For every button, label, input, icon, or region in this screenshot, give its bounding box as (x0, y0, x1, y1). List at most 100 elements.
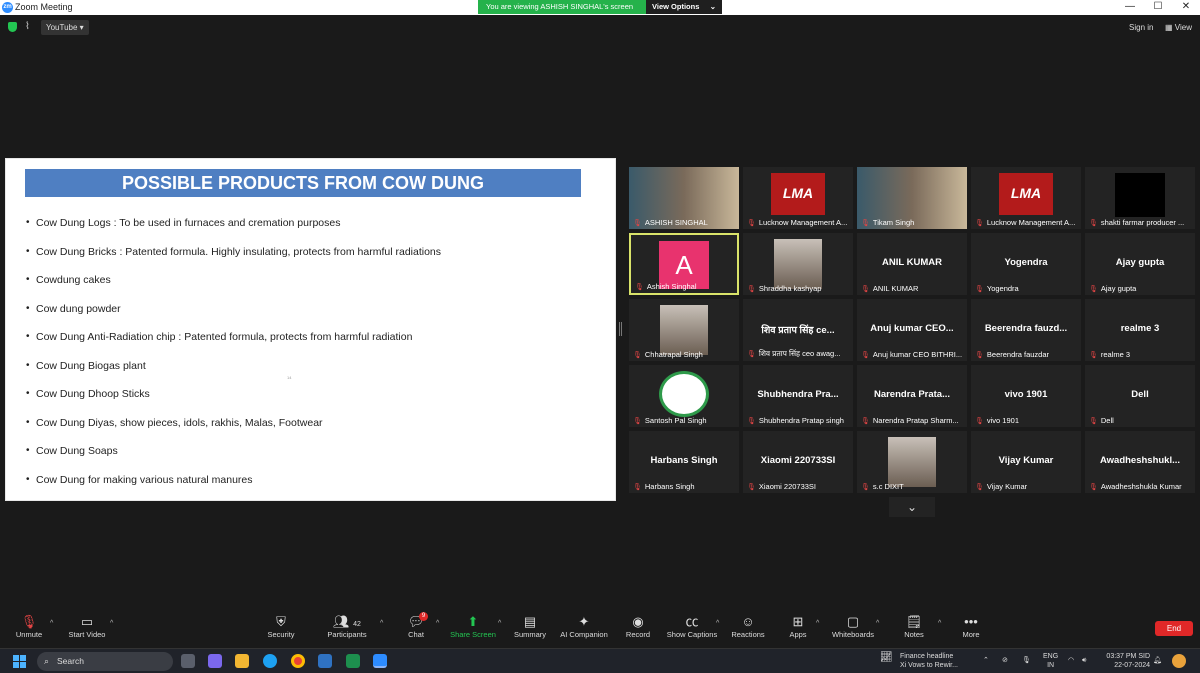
excel-icon[interactable] (346, 654, 360, 668)
shared-slide: POSSIBLE PRODUCTS FROM COW DUNG • Cow Dun… (5, 158, 616, 501)
windows-start-icon[interactable] (13, 655, 26, 668)
muted-mic-icon: 🎙︎ (861, 351, 870, 359)
chat-button[interactable]: 💬︎ 9 Chat (404, 612, 428, 639)
share-screen-button[interactable]: ⬆ Share Screen (450, 614, 496, 639)
participant-tile[interactable]: Yogendra 🎙︎ Yogendra (971, 233, 1081, 295)
whiteboards-button[interactable]: ▢ Whiteboards (830, 614, 876, 639)
source-dropdown[interactable]: YouTube ▾ (41, 20, 89, 35)
participants-button[interactable]: 👥︎ 42 Participants (326, 614, 368, 639)
participant-name-label: 🎙︎ Narendra Pratap Sharm... (861, 416, 965, 425)
gallery-next-page-button[interactable]: ⌄ (889, 497, 935, 517)
news-widget[interactable]: Finance headline Xi Vows to Rewir... (900, 652, 958, 670)
edge-browser-icon[interactable] (263, 654, 277, 668)
list-item: • Cow Dung Dhoop Sticks (26, 388, 441, 417)
maximize-button[interactable]: ☐ (1144, 0, 1172, 15)
record-icon: ◉ (632, 614, 644, 629)
chevron-up-icon[interactable]: ⌃ (983, 656, 989, 665)
more-icon: ••• (964, 614, 978, 629)
bullet-text: Cow Dung Biogas plant (36, 359, 146, 372)
list-item: • Cow Dung Biogas plant (26, 360, 441, 389)
view-button[interactable]: ▦ View (1165, 23, 1192, 32)
participant-tile[interactable]: A 🎙︎ Ashish Singhal (629, 233, 739, 295)
show-captions-button[interactable]: ㏄ Show Captions (666, 614, 718, 639)
news-subtitle: Xi Vows to Rewir... (900, 662, 958, 669)
teams-icon[interactable] (208, 654, 222, 668)
start-video-button[interactable]: ▭ Start Video (66, 614, 108, 639)
encryption-shield-icon[interactable] (8, 22, 17, 32)
chrome-browser-icon[interactable] (291, 654, 305, 668)
participant-display-name: Ajay gupta (1115, 257, 1165, 268)
participant-tile[interactable]: ANIL KUMAR 🎙︎ ANIL KUMAR (857, 233, 967, 295)
participant-tile[interactable]: LMA 🎙︎ Lucknow Management A... (971, 167, 1081, 229)
participant-tile[interactable]: शिव प्रताप सिंह ce... 🎙︎ शिव प्रताप सिंह c… (743, 299, 853, 361)
volume-icon[interactable]: 🔊︎ (1082, 656, 1086, 665)
participant-tile[interactable]: Xiaomi 220733SI 🎙︎ Xiaomi 220733SI (743, 431, 853, 493)
participant-tile[interactable]: Dell 🎙︎ Dell (1085, 365, 1195, 427)
sign-in-link[interactable]: Sign in (1129, 23, 1153, 32)
camera-icon[interactable]: ⊘ (1002, 656, 1008, 665)
participant-tile[interactable]: Ajay gupta 🎙︎ Ajay gupta (1085, 233, 1195, 295)
bullet-icon: • (26, 217, 30, 228)
bullet-icon: • (26, 302, 30, 314)
ai-companion-button[interactable]: ✦ AI Companion (558, 614, 610, 639)
participant-tile[interactable]: Shubhendra Pra... 🎙︎ Shubhendra Pratap sin… (743, 365, 853, 427)
summary-button[interactable]: ▤ Summary (512, 614, 548, 639)
participant-tile[interactable]: Beerendra fauzd... 🎙︎ Beerendra fauzdar (971, 299, 1081, 361)
splitter-handle[interactable] (619, 322, 622, 336)
word-icon[interactable] (318, 654, 332, 668)
zoom-taskbar-icon[interactable] (373, 654, 387, 668)
participant-name: Ashish Singhal (646, 282, 697, 291)
participant-tile[interactable]: LMA 🎙︎ Lucknow Management A... (743, 167, 853, 229)
wifi-icon[interactable]: ◠ (1068, 656, 1074, 665)
participant-tile[interactable]: 🎙︎ s.c DIXIT (857, 431, 967, 493)
participant-tile[interactable]: Anuj kumar CEO... 🎙︎ Anuj kumar CEO BITHRI… (857, 299, 967, 361)
language-indicator[interactable]: ENG IN (1043, 652, 1058, 670)
profile-picture (888, 437, 936, 487)
minimize-button[interactable]: — (1116, 0, 1144, 15)
task-view-icon[interactable] (181, 654, 195, 668)
apps-button[interactable]: ⊞ Apps (786, 614, 810, 639)
participant-display-name: Beerendra fauzd... (984, 323, 1068, 334)
apps-label: Apps (789, 630, 807, 639)
participant-tile[interactable]: 🎙︎ ASHISH SINGHAL (629, 167, 739, 229)
security-label: Security (267, 630, 295, 639)
participant-tile[interactable]: Vijay Kumar 🎙︎ Vijay Kumar (971, 431, 1081, 493)
taskbar-search[interactable]: ⌕ Search (37, 652, 173, 671)
participant-tile[interactable]: 🎙︎ Tikam Singh (857, 167, 967, 229)
participant-tile[interactable]: 🎙︎ Santosh Pal Singh (629, 365, 739, 427)
reactions-button[interactable]: ☺ Reactions (730, 614, 766, 639)
participant-tile[interactable]: vivo 1901 🎙︎ vivo 1901 (971, 365, 1081, 427)
participant-tile[interactable]: Harbans Singh 🎙︎ Harbans Singh (629, 431, 739, 493)
record-button[interactable]: ◉ Record (624, 614, 652, 639)
participant-tile[interactable]: realme 3 🎙︎ realme 3 (1085, 299, 1195, 361)
participant-tile[interactable]: Awadheshshukl... 🎙︎ Awadheshshukla Kumar (1085, 431, 1195, 493)
start-video-label: Start Video (68, 630, 106, 639)
more-button[interactable]: ••• More (958, 614, 984, 639)
bullet-icon: • (26, 359, 30, 371)
notes-button[interactable]: 🗒︎ Notes (902, 614, 926, 639)
chevron-up-icon: ^ (876, 620, 880, 627)
notification-bell-icon[interactable]: 🔔︎ (1153, 656, 1162, 665)
rss-feed-icon[interactable]: ⌇ (25, 21, 30, 32)
view-options-button[interactable]: View Options ⌄ (646, 0, 722, 14)
participant-name: Chhatrapal Singh (644, 350, 703, 359)
participant-tile[interactable]: Narendra Prata... 🎙︎ Narendra Pratap Sharm… (857, 365, 967, 427)
end-meeting-button[interactable]: End (1155, 621, 1193, 636)
muted-mic-icon: 🎙︎ (861, 219, 870, 227)
participant-tile[interactable]: 🎙︎ Shraddha kashyap (743, 233, 853, 295)
microphone-icon[interactable]: 🎙︎ (1022, 656, 1031, 665)
close-button[interactable]: ✕ (1172, 0, 1200, 15)
participant-tile[interactable]: 🎙︎ Chhatrapal Singh (629, 299, 739, 361)
copilot-icon[interactable] (1172, 654, 1186, 668)
participant-name: shakti farmar producer ... (1100, 218, 1185, 227)
security-button[interactable]: ⛨ Security (265, 614, 297, 639)
list-item: • Cow Dung Bricks : Patented formula. Hig… (26, 246, 441, 275)
participant-tile[interactable]: 🎙︎ shakti farmar producer ... (1085, 167, 1195, 229)
news-widget-icon[interactable]: 📈︎ (880, 653, 893, 663)
muted-mic-icon: 🎙︎ (975, 483, 984, 491)
unmute-button[interactable]: 🎙︎ Unmute (12, 614, 46, 639)
organization-logo: LMA (771, 173, 825, 215)
file-explorer-icon[interactable] (235, 654, 249, 668)
whiteboards-label: Whiteboards (831, 630, 875, 639)
clock[interactable]: 03:37 PM SID 22-07-2024 (1102, 652, 1150, 670)
